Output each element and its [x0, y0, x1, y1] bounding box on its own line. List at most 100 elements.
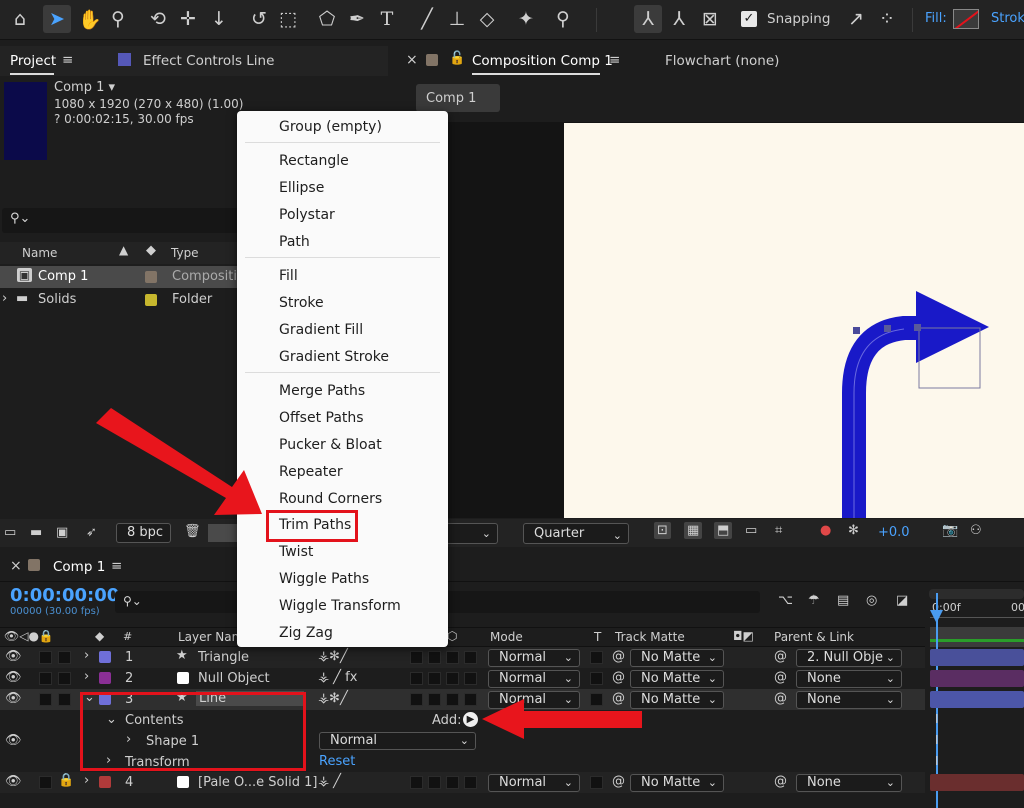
- menu-item-polystar[interactable]: Polystar: [279, 207, 335, 223]
- dolly-camera-icon[interactable]: ↓: [205, 5, 233, 33]
- project-item-comp[interactable]: ▣ Comp 1 Compositio: [0, 266, 245, 288]
- world-axis-icon[interactable]: ⅄: [665, 5, 693, 33]
- layer-switches-icon[interactable]: ⚶ ╱: [318, 774, 341, 789]
- chevron-right-icon[interactable]: ›: [2, 291, 7, 306]
- menu-item-rectangle[interactable]: Rectangle: [279, 153, 349, 169]
- menu-item-ellipse[interactable]: Ellipse: [279, 180, 324, 196]
- lock-icon[interactable]: 🔒: [58, 773, 74, 788]
- shape-blend-dropdown[interactable]: Normal ⌄: [319, 732, 476, 750]
- video-eye-icon[interactable]: 👁: [5, 691, 22, 706]
- tab-timeline-comp[interactable]: Comp 1: [53, 559, 105, 575]
- switch-cell[interactable]: [410, 776, 423, 789]
- snapping-checkbox[interactable]: ✓: [741, 11, 757, 27]
- pan-behind-icon[interactable]: ⬚: [274, 5, 302, 33]
- snap-options-icon[interactable]: ↗: [842, 5, 870, 33]
- exposure-value[interactable]: +0.0: [878, 525, 910, 540]
- mode-dropdown[interactable]: Normal ⌄: [488, 774, 580, 792]
- parent-dropdown[interactable]: None ⌄: [796, 691, 902, 709]
- layer-duration-bar-1[interactable]: [930, 649, 1024, 666]
- layer-name[interactable]: [Pale O...e Solid 1]: [198, 775, 317, 790]
- bit-depth-button[interactable]: 8 bpc: [116, 523, 171, 543]
- graph-editor-icon[interactable]: ◪: [896, 593, 908, 608]
- solo-switch[interactable]: [39, 651, 52, 664]
- tab-effect-controls[interactable]: Effect Controls Line: [143, 53, 274, 69]
- lock-switch[interactable]: [58, 672, 71, 685]
- panel-menu-icon[interactable]: ≡: [62, 52, 73, 68]
- zoom-tool-icon[interactable]: ⚲: [104, 5, 132, 33]
- snap-grid-icon[interactable]: ⁘: [873, 5, 901, 33]
- pickwhip-icon[interactable]: @: [612, 774, 625, 789]
- parent-pickwhip-icon[interactable]: @: [774, 649, 787, 664]
- home-icon[interactable]: ⌂: [6, 5, 34, 33]
- video-eye-icon[interactable]: 👁: [5, 774, 22, 789]
- track-matte-dropdown[interactable]: No Matte ⌄: [630, 691, 724, 709]
- path-vertex[interactable]: [914, 324, 921, 331]
- switch-cell[interactable]: [446, 776, 459, 789]
- mask-visibility-icon[interactable]: ⬒: [714, 522, 733, 539]
- switch-cell[interactable]: [446, 672, 459, 685]
- eraser-tool-icon[interactable]: ◇: [473, 5, 501, 33]
- rotate-tool-icon[interactable]: ↺: [245, 5, 273, 33]
- switch-cell[interactable]: [428, 776, 441, 789]
- menu-item-offset-paths[interactable]: Offset Paths: [279, 410, 364, 426]
- fill-swatch[interactable]: [953, 9, 979, 29]
- layer-switches-icon[interactable]: ⚶✻╱: [318, 649, 348, 664]
- new-folder-icon[interactable]: ▬: [30, 525, 42, 540]
- layer-label-color[interactable]: [99, 651, 111, 663]
- menu-item-fill[interactable]: Fill: [279, 268, 298, 284]
- switch-cell[interactable]: [428, 651, 441, 664]
- label-tag-icon[interactable]: ◆: [146, 243, 156, 258]
- layer-name[interactable]: Null Object: [198, 671, 270, 686]
- panel-menu-icon[interactable]: ≡: [609, 52, 620, 68]
- frame-blending-icon[interactable]: ◎: [866, 593, 877, 608]
- layer-label-color[interactable]: [99, 776, 111, 788]
- project-search-input[interactable]: ⚲⌄: [2, 208, 242, 233]
- col-name[interactable]: Name: [22, 246, 57, 260]
- video-eye-icon[interactable]: 👁: [5, 670, 22, 685]
- comp-info-name[interactable]: Comp 1 ▾: [54, 80, 115, 95]
- channel-icon[interactable]: ●: [820, 523, 831, 538]
- preserve-transparency-switch[interactable]: [590, 651, 603, 664]
- reset-link[interactable]: Reset: [319, 754, 355, 769]
- layer-duration-bar-2[interactable]: [930, 670, 1024, 687]
- selection-tool-icon[interactable]: ➤: [43, 5, 71, 33]
- guides-icon[interactable]: ⌗: [775, 523, 782, 538]
- track-matte-dropdown[interactable]: No Matte ⌄: [630, 670, 724, 688]
- layer-switches-icon[interactable]: ⚶ ╱ fx: [318, 670, 357, 685]
- transparency-grid-icon[interactable]: ▦: [684, 522, 703, 539]
- layer-label-color[interactable]: [99, 672, 111, 684]
- tab-composition[interactable]: Composition Comp 1: [472, 53, 613, 69]
- video-eye-icon[interactable]: 👁: [5, 733, 22, 748]
- trash-icon[interactable]: 🗑: [184, 524, 201, 539]
- menu-item-stroke[interactable]: Stroke: [279, 295, 324, 311]
- lock-switch[interactable]: [58, 693, 71, 706]
- layer-duration-bar-3[interactable]: [930, 691, 1024, 708]
- clone-stamp-icon[interactable]: ⊥: [443, 5, 471, 33]
- menu-item-wiggle-transform[interactable]: Wiggle Transform: [279, 598, 401, 614]
- path-vertex[interactable]: [853, 327, 860, 334]
- new-comp-icon[interactable]: ▣: [56, 525, 68, 540]
- preserve-transparency-switch[interactable]: [590, 672, 603, 685]
- switch-cell[interactable]: [464, 693, 477, 706]
- resolution-dropdown[interactable]: Quarter ⌄: [523, 523, 629, 544]
- sort-up-icon[interactable]: ▲: [119, 243, 128, 257]
- solo-switch[interactable]: [39, 693, 52, 706]
- video-eye-icon[interactable]: 👁◁●🔒: [4, 629, 54, 643]
- layer-row-4[interactable]: 👁 🔒 › 4 [Pale O...e Solid 1] ⚶ ╱ Normal ⌄…: [0, 772, 925, 793]
- menu-item-zig-zag[interactable]: Zig Zag: [279, 625, 333, 641]
- menu-item-gradient-fill[interactable]: Gradient Fill: [279, 322, 363, 338]
- menu-item-round-corners[interactable]: Round Corners: [279, 491, 382, 507]
- pickwhip-icon[interactable]: @: [612, 649, 625, 664]
- pan-camera-icon[interactable]: ✛: [174, 5, 202, 33]
- shy-layers-icon[interactable]: ▤: [837, 593, 849, 608]
- switch-cell[interactable]: [464, 776, 477, 789]
- track-matte-dropdown[interactable]: No Matte ⌄: [630, 774, 724, 792]
- tab-flowchart[interactable]: Flowchart (none): [665, 53, 779, 69]
- parent-dropdown[interactable]: 2. Null Obje ⌄: [796, 649, 902, 667]
- menu-item-pucker-bloat[interactable]: Pucker & Bloat: [279, 437, 382, 453]
- col-type[interactable]: Type: [171, 246, 199, 260]
- switch-cell[interactable]: [428, 672, 441, 685]
- menu-item-group[interactable]: Group (empty): [279, 119, 382, 135]
- switch-cell[interactable]: [410, 693, 423, 706]
- layer-name[interactable]: Triangle: [198, 650, 249, 665]
